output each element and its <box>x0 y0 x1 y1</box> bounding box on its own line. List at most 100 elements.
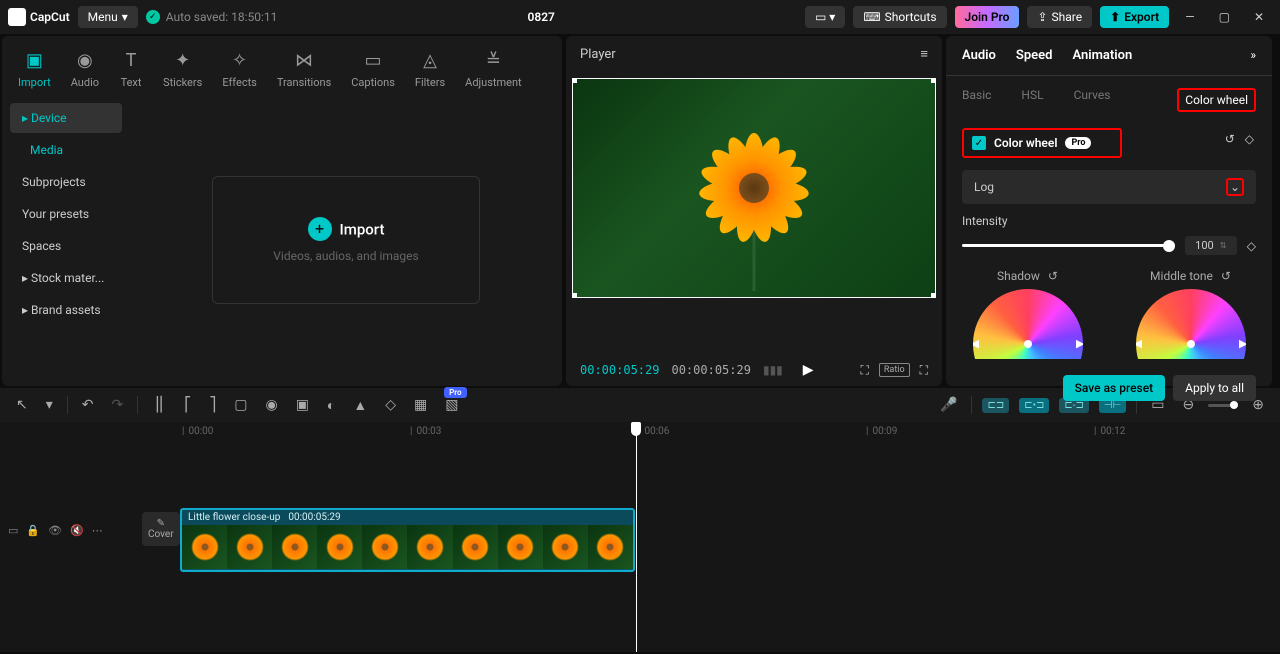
tab-effects[interactable]: ✧Effects <box>214 44 265 93</box>
nav-device[interactable]: ▸ Device <box>10 103 122 133</box>
video-clip[interactable]: Little flower close-up 00:00:05:29 <box>180 508 635 572</box>
stepper-icon[interactable]: ⇅ <box>1220 241 1227 250</box>
player-viewport[interactable] <box>566 72 942 354</box>
redo-button[interactable]: ↷ <box>108 395 128 415</box>
maximize-button[interactable]: ▢ <box>1211 6 1238 28</box>
arrow-left-icon[interactable]: ◀ <box>973 337 979 350</box>
tab-speed[interactable]: Speed <box>1016 48 1053 63</box>
subtab-colorwheel[interactable]: Color wheel <box>1177 88 1256 112</box>
export-button[interactable]: ⬆ Export <box>1100 6 1169 28</box>
menu-button[interactable]: Menu ▾ <box>78 6 138 28</box>
save-preset-button[interactable]: Save as preset <box>1063 375 1165 401</box>
chevron-down-icon[interactable]: ▾ <box>42 395 57 415</box>
midtone-color-wheel[interactable]: ◀ ▶ <box>1136 289 1246 359</box>
nav-brand[interactable]: ▸ Brand assets <box>10 295 122 325</box>
arrow-right-icon[interactable]: ▶ <box>1076 337 1082 350</box>
collapse-icon[interactable]: ▭ <box>8 524 18 537</box>
crop-icon[interactable]: ⛶ <box>860 363 868 378</box>
lock-icon[interactable]: 🔒 <box>26 524 40 537</box>
player-menu-icon[interactable]: ≡ <box>920 46 928 62</box>
nav-subprojects[interactable]: Subprojects <box>10 167 122 197</box>
freeze-tool[interactable]: ▦ <box>410 395 431 415</box>
intensity-slider[interactable] <box>962 244 1175 247</box>
reset-icon[interactable]: ↺ <box>1048 269 1058 283</box>
join-pro-button[interactable]: Join Pro <box>955 6 1020 28</box>
undo-button[interactable]: ↶ <box>78 395 98 415</box>
trim-left-tool[interactable]: ⎡ <box>180 395 195 415</box>
pointer-tool[interactable]: ↖ <box>12 395 32 415</box>
fullscreen-icon[interactable]: ⛶ <box>920 363 928 378</box>
subtab-hsl[interactable]: HSL <box>1021 88 1043 112</box>
ratio-button[interactable]: Ratio <box>879 363 910 377</box>
rotate-tool[interactable]: ◇ <box>381 395 400 415</box>
resize-handle[interactable] <box>572 78 577 83</box>
crop-tool[interactable]: ▢ <box>230 395 251 415</box>
check-icon: ✓ <box>146 10 160 24</box>
tab-captions[interactable]: ▭Captions <box>343 44 403 93</box>
timeline-ruler[interactable]: 00:00 00:03 00:06 00:09 00:12 <box>0 422 1280 444</box>
nav-spaces[interactable]: Spaces <box>10 231 122 261</box>
ai-tool[interactable]: ▧Pro <box>441 395 462 415</box>
resize-handle[interactable] <box>931 78 936 83</box>
subtab-curves[interactable]: Curves <box>1074 88 1111 112</box>
keyframe-icon[interactable]: ◇ <box>1247 239 1256 253</box>
resize-handle[interactable] <box>931 293 936 298</box>
speed-tool[interactable]: ◐ <box>323 395 339 416</box>
ruler-mark: 00:06 <box>638 426 669 437</box>
minimize-button[interactable]: — <box>1177 6 1202 28</box>
keyframe-icon[interactable]: ◇ <box>1245 132 1254 146</box>
reset-icon[interactable]: ↺ <box>1225 132 1235 146</box>
group-tool[interactable]: ▣ <box>292 395 313 415</box>
expand-icon[interactable]: » <box>1250 48 1256 63</box>
scopes-icon[interactable]: ▮▮▮ <box>763 363 783 377</box>
wheel-handle[interactable] <box>1187 340 1195 348</box>
pencil-icon: ✎ <box>148 518 174 529</box>
cover-button[interactable]: ✎ Cover <box>142 512 180 546</box>
zoom-slider[interactable] <box>1208 404 1238 407</box>
eye-icon[interactable]: 👁 <box>48 524 62 537</box>
reset-icon[interactable]: ↺ <box>1221 269 1231 283</box>
colorwheel-checkbox[interactable]: ✓ <box>972 136 986 150</box>
zoom-thumb[interactable] <box>1230 401 1238 409</box>
apply-all-button[interactable]: Apply to all <box>1173 375 1256 401</box>
tab-audio-inspector[interactable]: Audio <box>962 48 996 63</box>
tab-filters[interactable]: ◬Filters <box>407 44 453 93</box>
mute-icon[interactable]: 🔇 <box>70 524 84 537</box>
playhead[interactable] <box>636 422 637 652</box>
close-button[interactable]: ✕ <box>1246 6 1272 28</box>
nav-stock[interactable]: ▸ Stock mater... <box>10 263 122 293</box>
app-logo[interactable]: CapCut <box>8 8 70 26</box>
shadow-color-wheel[interactable]: ◀ ▶ <box>973 289 1083 359</box>
split-tool[interactable]: ⎥⎢ <box>148 395 170 415</box>
import-dropzone[interactable]: +Import Videos, audios, and images <box>212 176 479 304</box>
tab-transitions[interactable]: ⋈Transitions <box>269 44 339 93</box>
timeline-tracks[interactable]: ▭ 🔒 👁 🔇 ⋯ ✎ Cover Little flower close-up… <box>0 444 1280 652</box>
nav-presets[interactable]: Your presets <box>10 199 122 229</box>
project-title[interactable]: 0827 <box>285 10 797 24</box>
subtab-basic[interactable]: Basic <box>962 88 991 112</box>
arrow-right-icon[interactable]: ▶ <box>1239 337 1245 350</box>
mask-tool[interactable]: ◉ <box>261 395 281 415</box>
tab-adjustment[interactable]: ≚Adjustment <box>457 44 530 93</box>
wheel-handle[interactable] <box>1024 340 1032 348</box>
tab-import[interactable]: ▣Import <box>10 44 59 93</box>
chevron-down-icon[interactable]: ⌄ <box>1226 178 1244 196</box>
mirror-tool[interactable]: ▲ <box>349 395 371 416</box>
more-icon[interactable]: ⋯ <box>92 524 103 537</box>
log-dropdown[interactable]: Log ⌄ <box>962 170 1256 204</box>
tab-text[interactable]: TText <box>111 44 151 93</box>
shortcuts-button[interactable]: ⌨ Shortcuts <box>853 6 946 28</box>
tab-audio[interactable]: ◉Audio <box>63 44 107 93</box>
play-button[interactable]: ▶ <box>803 362 814 378</box>
video-frame[interactable] <box>572 78 936 298</box>
arrow-left-icon[interactable]: ◀ <box>1136 337 1142 350</box>
slider-thumb[interactable] <box>1163 240 1175 252</box>
trim-right-tool[interactable]: ⎤ <box>205 395 220 415</box>
layout-button[interactable]: ▭ ▾ <box>805 6 845 28</box>
resize-handle[interactable] <box>572 293 577 298</box>
share-button[interactable]: ⇪ Share <box>1027 6 1092 28</box>
intensity-value[interactable]: 100⇅ <box>1185 236 1237 255</box>
tab-animation[interactable]: Animation <box>1072 48 1132 63</box>
tab-stickers[interactable]: ✦Stickers <box>155 44 210 93</box>
nav-media[interactable]: Media <box>10 135 122 165</box>
